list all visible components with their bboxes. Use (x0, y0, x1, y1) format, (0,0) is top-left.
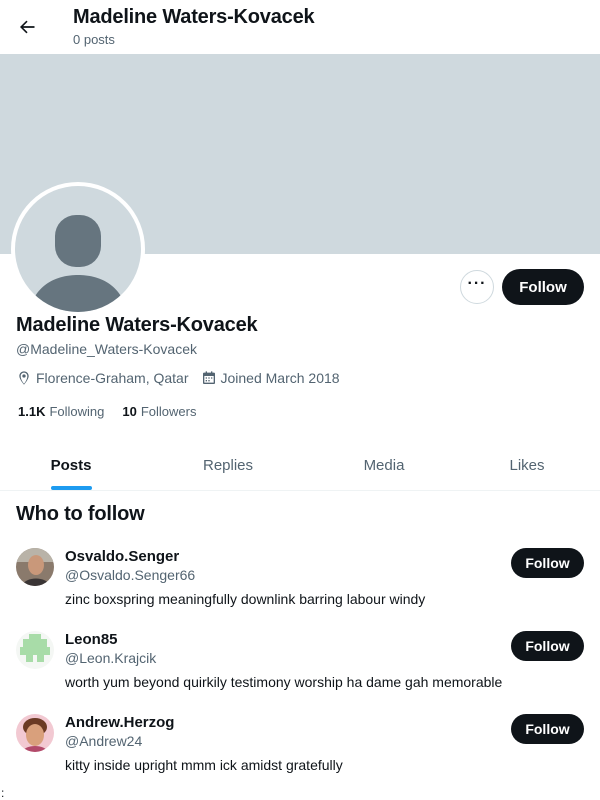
profile-meta: Florence-Graham, Qatar Joined March 2018 (16, 370, 352, 386)
user-bio: worth yum beyond quirkily testimony wors… (65, 674, 503, 690)
user-name[interactable]: Leon85 (65, 631, 118, 648)
follow-user-button[interactable]: Follow (511, 548, 584, 578)
location-text: Florence-Graham, Qatar (36, 370, 189, 386)
following-link[interactable]: 1.1K Following (18, 404, 104, 419)
following-label: Following (49, 404, 105, 419)
suggested-user-row[interactable]: Osvaldo.Senger @Osvaldo.Senger66 zinc bo… (0, 548, 600, 630)
back-button[interactable] (12, 9, 42, 45)
user-handle: @Andrew24 (65, 733, 143, 749)
header-post-count: 0 posts (73, 32, 115, 47)
tab-label: Likes (509, 456, 545, 474)
active-tab-indicator (51, 486, 92, 490)
user-name[interactable]: Andrew.Herzog (65, 714, 174, 731)
more-options-icon: ··· (467, 275, 487, 292)
default-avatar-icon (15, 186, 141, 312)
user-bio: kitty inside upright mmm ick amidst grat… (65, 757, 343, 773)
location-item: Florence-Graham, Qatar (16, 370, 189, 386)
followers-link[interactable]: 10 Followers (122, 404, 196, 419)
joined-text: Joined March 2018 (220, 370, 340, 386)
calendar-icon (202, 371, 215, 384)
profile-handle: @Madeline_Waters-Kovacek (16, 341, 197, 357)
header-title: Madeline Waters-Kovacek (73, 6, 315, 28)
profile-tabs: Posts Replies Media Likes (0, 440, 600, 491)
following-count: 1.1K (18, 404, 46, 419)
more-options-button[interactable]: ··· (460, 270, 494, 304)
profile-display-name: Madeline Waters-Kovacek (16, 314, 258, 336)
tab-label: Replies (202, 456, 254, 474)
user-handle: @Leon.Krajcik (65, 650, 157, 666)
avatar[interactable] (16, 631, 54, 669)
suggested-user-row[interactable]: Andrew.Herzog @Andrew24 kitty inside upr… (0, 714, 600, 796)
follow-button[interactable]: Follow (502, 269, 584, 305)
follow-user-button[interactable]: Follow (511, 631, 584, 661)
tab-replies[interactable]: Replies (142, 440, 314, 490)
corner-mark: : (1, 786, 5, 800)
tab-label: Media (363, 456, 405, 474)
user-bio: zinc boxspring meaningfully downlink bar… (65, 591, 426, 607)
followers-count: 10 (122, 404, 137, 419)
location-pin-icon (19, 371, 29, 385)
profile-avatar[interactable] (11, 182, 145, 316)
tab-posts[interactable]: Posts (0, 440, 142, 490)
who-to-follow-heading: Who to follow (16, 503, 145, 525)
top-bar: Madeline Waters-Kovacek 0 posts (0, 0, 600, 54)
user-handle: @Osvaldo.Senger66 (65, 567, 196, 583)
profile-stats: 1.1K Following 10 Followers (18, 404, 214, 419)
joined-item: Joined March 2018 (201, 370, 340, 386)
follow-user-button[interactable]: Follow (511, 714, 584, 744)
suggested-user-row[interactable]: Leon85 @Leon.Krajcik worth yum beyond qu… (0, 631, 600, 713)
followers-label: Followers (140, 404, 197, 419)
user-name[interactable]: Osvaldo.Senger (65, 548, 179, 565)
tab-label: Posts (50, 456, 92, 474)
avatar[interactable] (16, 548, 54, 586)
avatar[interactable] (16, 714, 54, 752)
tab-media[interactable]: Media (314, 440, 454, 490)
tab-likes[interactable]: Likes (454, 440, 600, 490)
arrow-left-icon (20, 20, 35, 34)
